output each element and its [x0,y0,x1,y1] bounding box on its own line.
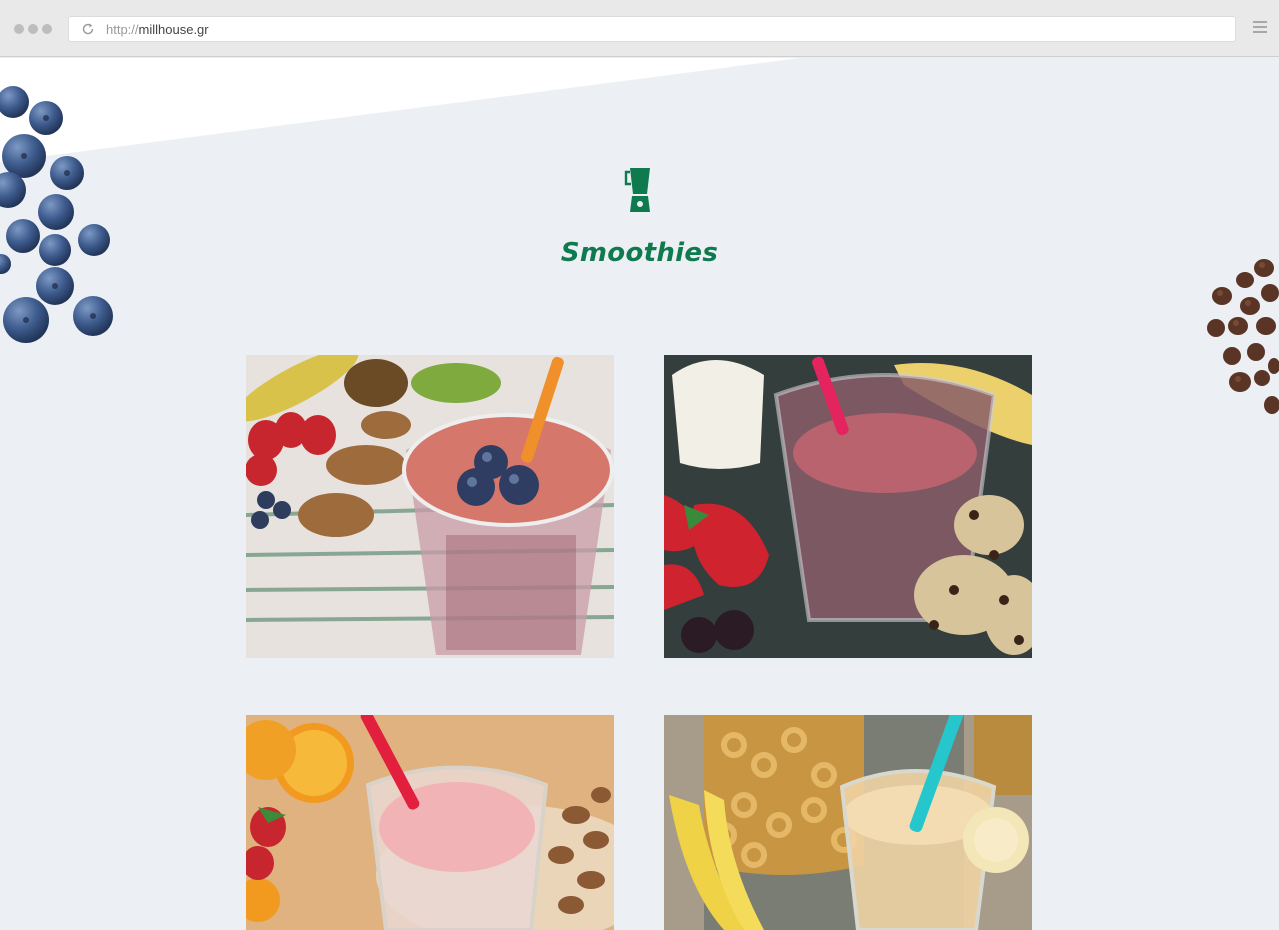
address-bar[interactable]: http://millhouse.gr [68,16,1236,42]
smoothie-photo-4[interactable] [664,715,1032,930]
header-diagonal-shape [0,58,800,162]
window-controls[interactable] [14,24,52,34]
url-text[interactable]: http://millhouse.gr [106,22,209,37]
chocolate-chips-decoration [1207,259,1279,414]
blueberries-decoration [0,86,113,343]
url-protocol: http:// [106,22,139,37]
window-dot-icon[interactable] [42,24,52,34]
hamburger-menu-icon[interactable] [1253,21,1267,36]
section-title: Smoothies [560,238,719,268]
smoothie-photo-2[interactable] [664,355,1032,658]
berry-smoothie-image [664,355,1032,658]
window-dot-icon[interactable] [14,24,24,34]
strawberry-orange-smoothie-image [246,715,614,930]
blueberry-smoothie-image [246,355,614,658]
banana-smoothie-image [664,715,1032,930]
url-host: millhouse.gr [138,22,209,37]
browser-chrome: http://millhouse.gr [0,0,1279,57]
window-dot-icon[interactable] [28,24,38,34]
smoothie-photo-3[interactable] [246,715,614,930]
blender-icon [624,168,650,212]
page-content: Smoothies [0,58,1279,930]
smoothie-photo-1[interactable] [246,355,614,658]
reload-icon[interactable] [81,22,95,36]
